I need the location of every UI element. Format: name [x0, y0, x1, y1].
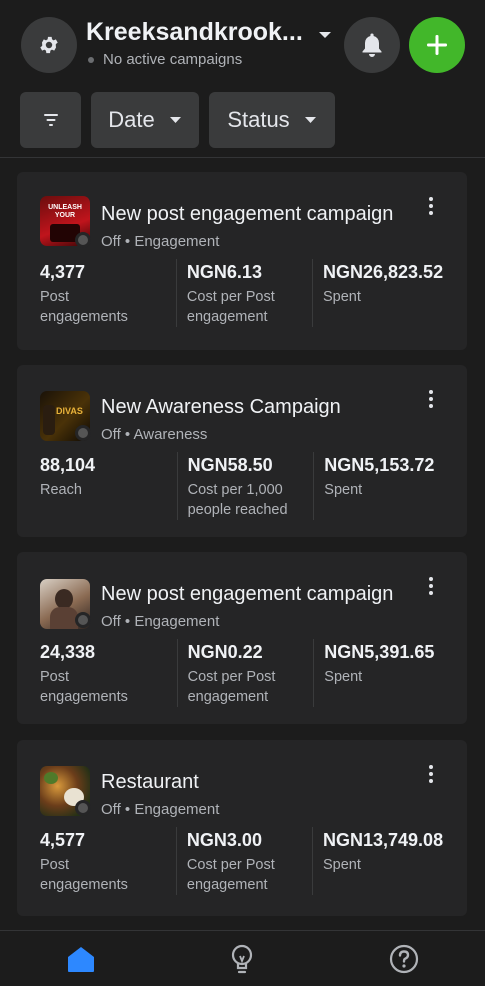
metric-value: 24,338 — [40, 642, 96, 662]
campaign-status-objective: Off • Awareness — [101, 426, 208, 443]
chevron-down-icon[interactable] — [318, 30, 332, 40]
metric-label: Spent — [324, 482, 363, 498]
metric-label: Post engagements — [40, 857, 128, 893]
campaign-status: Off — [101, 426, 121, 443]
metric-value: 4,577 — [40, 830, 86, 850]
lightbulb-icon — [231, 944, 253, 974]
campaign-metrics: 4,377 Post engagements NGN6.13 Cost per … — [40, 259, 450, 327]
plus-icon — [427, 35, 447, 55]
campaign-status-indicator — [75, 425, 91, 441]
status-dot-icon — [88, 56, 94, 63]
settings-button[interactable] — [21, 17, 77, 73]
create-campaign-button[interactable] — [409, 17, 465, 73]
metric-label: Post engagements — [40, 669, 128, 705]
campaign-status-text: No active campaigns — [103, 51, 243, 68]
date-filter-dropdown[interactable]: Date — [91, 92, 199, 148]
campaign-title: New post engagement campaign — [101, 583, 394, 605]
campaign-metrics: 24,338 Post engagements NGN0.22 Cost per… — [40, 639, 450, 707]
campaign-status: Off — [101, 613, 121, 630]
more-options-button[interactable] — [421, 194, 441, 218]
filter-button[interactable] — [20, 92, 81, 148]
nav-home[interactable] — [65, 943, 97, 975]
filter-icon — [43, 114, 58, 126]
metric-value: NGN5,153.72 — [324, 455, 435, 475]
campaign-objective: Engagement — [134, 613, 220, 630]
metric-label: Cost per Post engagement — [186, 857, 275, 893]
campaign-title: Restaurant — [101, 771, 199, 793]
metric-label: Spent — [323, 289, 361, 305]
metric-spent: NGN5,153.72 Spent — [313, 452, 450, 520]
metric-spent: NGN26,823.52 Spent — [312, 259, 450, 327]
campaign-objective: Engagement — [134, 233, 220, 250]
more-options-button[interactable] — [421, 387, 441, 411]
date-filter-label: Date — [108, 107, 155, 132]
campaign-card[interactable]: DIVAS New Awareness Campaign Off • Aware… — [17, 365, 467, 537]
gear-icon — [40, 36, 58, 54]
metric-label: Cost per 1,000 people reached — [187, 482, 288, 518]
metric-cost: NGN58.50 Cost per 1,000 people reached — [176, 452, 314, 520]
more-options-button[interactable] — [421, 574, 441, 598]
campaign-metrics: 4,577 Post engagements NGN3.00 Cost per … — [40, 827, 450, 895]
metric-label: Spent — [324, 669, 363, 685]
campaign-status: Off — [101, 233, 121, 250]
campaign-status-objective: Off • Engagement — [101, 613, 220, 630]
campaign-status-line: No active campaigns — [88, 51, 242, 68]
campaign-status-indicator — [75, 800, 91, 816]
metric-label: Reach — [40, 482, 82, 498]
metric-value: NGN6.13 — [186, 262, 262, 282]
thumbnail-overlay-text: UNLEASH YOUR — [48, 204, 82, 219]
app-header: Kreeksandkrook... No active campaigns Da… — [0, 0, 485, 160]
home-icon — [68, 947, 94, 972]
metric-value: 88,104 — [40, 455, 96, 475]
campaign-objective: Awareness — [133, 426, 208, 443]
metric-label: Spent — [323, 857, 361, 873]
notifications-button[interactable] — [344, 17, 400, 73]
metric-cost: NGN6.13 Cost per Post engagement — [175, 259, 312, 327]
status-filter-label: Status — [227, 107, 290, 132]
campaign-status-objective: Off • Engagement — [101, 801, 220, 818]
metric-spent: NGN5,391.65 Spent — [313, 639, 450, 707]
metric-spent: NGN13,749.08 Spent — [312, 827, 450, 895]
metric-value: NGN3.00 — [186, 830, 262, 850]
metric-results: 24,338 Post engagements — [40, 639, 177, 707]
metric-value: NGN0.22 — [187, 642, 263, 662]
metric-label: Cost per Post engagement — [186, 289, 275, 325]
metric-value: NGN5,391.65 — [324, 642, 435, 662]
metric-value: 4,377 — [40, 262, 86, 282]
filter-bar: Date Status — [20, 92, 335, 148]
bottom-navigation — [0, 930, 485, 986]
campaign-title: New Awareness Campaign — [101, 396, 341, 418]
nav-help[interactable] — [388, 943, 420, 975]
metric-label: Cost per Post engagement — [187, 669, 276, 705]
more-options-button[interactable] — [421, 762, 441, 786]
campaign-card[interactable]: UNLEASH YOUR New post engagement campaig… — [17, 172, 467, 350]
metric-value: NGN26,823.52 — [323, 262, 444, 282]
metric-results: 4,577 Post engagements — [40, 827, 176, 895]
metric-value: NGN13,749.08 — [323, 830, 444, 850]
chevron-down-icon — [169, 117, 181, 123]
metric-results: 88,104 Reach — [40, 452, 177, 520]
campaign-title: New post engagement campaign — [101, 203, 394, 225]
nav-ideas[interactable] — [226, 943, 258, 975]
metric-label: Post engagements — [40, 289, 128, 325]
header-divider — [0, 157, 485, 158]
chevron-down-icon — [304, 117, 316, 123]
bell-icon — [362, 33, 382, 57]
campaign-status-objective: Off • Engagement — [101, 233, 220, 250]
campaign-objective: Engagement — [134, 801, 220, 818]
metric-cost: NGN0.22 Cost per Post engagement — [176, 639, 314, 707]
campaign-metrics: 88,104 Reach NGN58.50 Cost per 1,000 peo… — [40, 452, 450, 520]
help-icon — [389, 944, 419, 974]
metric-value: NGN58.50 — [187, 455, 273, 475]
metric-cost: NGN3.00 Cost per Post engagement — [175, 827, 312, 895]
campaign-status: Off — [101, 801, 121, 818]
status-filter-dropdown[interactable]: Status — [209, 92, 335, 148]
campaign-card[interactable]: Restaurant Off • Engagement 4,577 Post e… — [17, 740, 467, 916]
thumbnail-overlay-text: DIVAS — [56, 406, 83, 416]
metric-results: 4,377 Post engagements — [40, 259, 176, 327]
campaign-card[interactable]: New post engagement campaign Off • Engag… — [17, 552, 467, 724]
campaign-status-indicator — [75, 232, 91, 248]
account-name[interactable]: Kreeksandkrook... — [86, 18, 318, 47]
campaign-status-indicator — [75, 612, 91, 628]
